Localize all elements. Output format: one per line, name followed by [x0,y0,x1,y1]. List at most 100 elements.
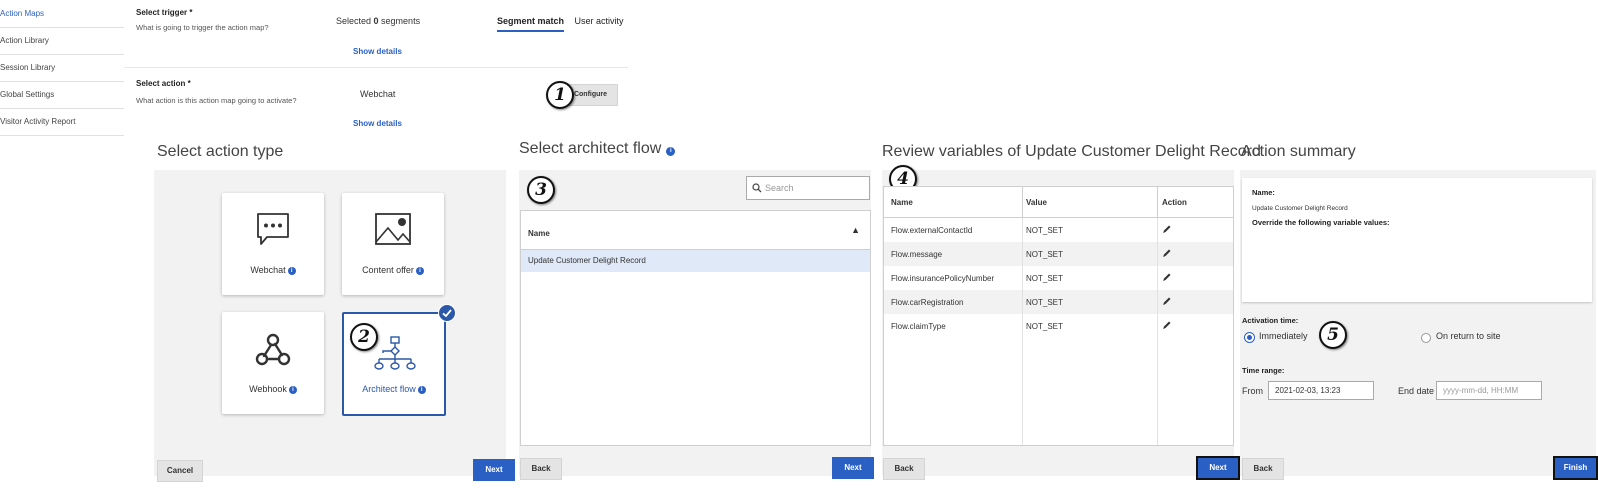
variable-value: NOT_SET [1026,298,1063,307]
callout-1: 1 [546,81,574,109]
info-icon: i [288,386,297,394]
action-show-details-link[interactable]: Show details [353,119,402,128]
selected-segments: Selected 0 segments [336,16,420,26]
variable-name: Flow.claimType [891,322,946,331]
info-icon: i [666,147,676,156]
action-description: What action is this action map going to … [136,96,297,105]
trigger-tabs: Segment match User activity [497,16,624,32]
from-label: From [1242,386,1263,396]
table-row: Flow.claimType NOT_SET [884,314,1233,338]
variables-table: Name Value Action Flow.externalContactId… [883,186,1234,446]
panel-title-action-type: Select action type [157,143,284,160]
card-label-text: Architect flow [362,384,416,394]
panel-title-text: Select architect flow [519,140,662,157]
card-label-text: Webhook [249,384,287,394]
card-label-webchat: Webchat i [222,265,324,275]
search-icon [752,183,762,193]
radio-immediately[interactable] [1244,332,1255,343]
summary-card: Name: Update Customer Delight Record Ove… [1242,178,1592,302]
table-row: Flow.externalContactId NOT_SET [884,218,1233,242]
variable-name: Flow.insurancePolicyNumber [891,274,995,283]
sidebar-item-global-settings[interactable]: Global Settings [0,81,124,109]
back-button[interactable]: Back [1242,458,1284,480]
column-header-name[interactable]: Name [528,229,550,238]
flow-icon [374,336,416,370]
table-row: Flow.carRegistration NOT_SET [884,290,1233,314]
trigger-show-details-link[interactable]: Show details [353,47,402,56]
image-icon [375,213,411,245]
tab-segment-match[interactable]: Segment match [497,16,565,32]
callout-2: 2 [350,323,378,351]
card-content-offer[interactable]: Content offer i [342,193,444,295]
sidebar-item-label: Action Maps [0,9,45,18]
activation-time-label: Activation time: [1242,316,1299,325]
action-type-panel [154,170,506,476]
variable-value: NOT_SET [1026,250,1063,259]
column-header-name[interactable]: Name [891,198,913,207]
card-webhook[interactable]: Webhook i [222,312,324,414]
card-label-text: Webchat [250,265,286,275]
radio-label-immediately: Immediately [1259,331,1308,341]
next-button[interactable]: Next [473,459,515,481]
finish-button[interactable]: Finish [1553,456,1598,480]
sort-ascending-icon[interactable]: ▲ [851,225,860,235]
summary-name-label: Name: [1252,188,1275,197]
sidebar-item-label: Action Library [0,36,49,45]
back-button[interactable]: Back [883,458,925,480]
table-header: Name Value Action [884,187,1233,218]
webhook-icon [255,333,291,366]
sidebar-item-label: Session Library [0,63,56,72]
search-input[interactable]: Search [746,176,870,200]
flow-table: Name ▲ Update Customer Delight Record [520,210,871,446]
sidebar-item-label: Global Settings [0,90,55,99]
edit-pencil-icon[interactable] [1162,224,1172,234]
info-icon: i [415,267,424,275]
variable-name: Flow.message [891,250,943,259]
callout-5: 5 [1319,321,1347,349]
radio-on-return[interactable] [1421,333,1431,343]
variable-name: Flow.carRegistration [891,298,964,307]
selected-suffix: segments [378,16,421,26]
next-button[interactable]: Next [1196,456,1240,480]
radio-label-on-return: On return to site [1436,331,1501,341]
back-button[interactable]: Back [520,458,562,480]
summary-name-value: Update Customer Delight Record [1252,205,1348,212]
next-button[interactable]: Next [832,457,874,479]
column-header-action: Action [1162,198,1187,207]
info-icon: i [287,267,296,275]
panel-title-review-variables: Review variables of Update Customer Deli… [882,143,1261,160]
edit-pencil-icon[interactable] [1162,320,1172,330]
info-icon: i [417,386,426,394]
sidebar-item-action-maps[interactable]: Action Maps [0,0,124,28]
variable-value: NOT_SET [1026,274,1063,283]
panel-title-architect-flow: Select architect flow i [519,140,676,158]
action-label: Select action * [136,79,191,88]
end-date-label: End date [1398,386,1435,396]
table-row[interactable]: Update Customer Delight Record [521,250,870,272]
sidebar-item-session-library[interactable]: Session Library [0,54,124,82]
action-map-config: Select trigger * What is going to trigge… [124,0,628,140]
cancel-button[interactable]: Cancel [157,460,203,482]
chat-bubble-icon [257,213,289,245]
card-label-architect-flow: Architect flow i [344,384,444,394]
table-row: Flow.message NOT_SET [884,242,1233,266]
sidebar-item-label: Visitor Activity Report [0,117,76,126]
card-label-content-offer: Content offer i [342,265,444,275]
from-date-input[interactable]: 2021-02-03, 13:23 [1268,381,1374,400]
tab-user-activity[interactable]: User activity [575,16,624,26]
end-date-input[interactable]: yyyy-mm-dd, HH:MM [1436,381,1542,400]
sidebar-item-action-library[interactable]: Action Library [0,27,124,55]
sidebar-item-visitor-activity-report[interactable]: Visitor Activity Report [0,108,124,136]
summary-override-label: Override the following variable values: [1252,218,1390,227]
selected-prefix: Selected [336,16,374,26]
trigger-description: What is going to trigger the action map? [136,23,269,32]
selected-check-icon [438,304,456,322]
column-header-value[interactable]: Value [1026,198,1047,207]
edit-pencil-icon[interactable] [1162,272,1172,282]
time-range-label: Time range: [1242,366,1285,375]
callout-3: 3 [527,176,555,204]
trigger-label: Select trigger * [136,8,193,17]
edit-pencil-icon[interactable] [1162,248,1172,258]
card-webchat[interactable]: Webchat i [222,193,324,295]
edit-pencil-icon[interactable] [1162,296,1172,306]
